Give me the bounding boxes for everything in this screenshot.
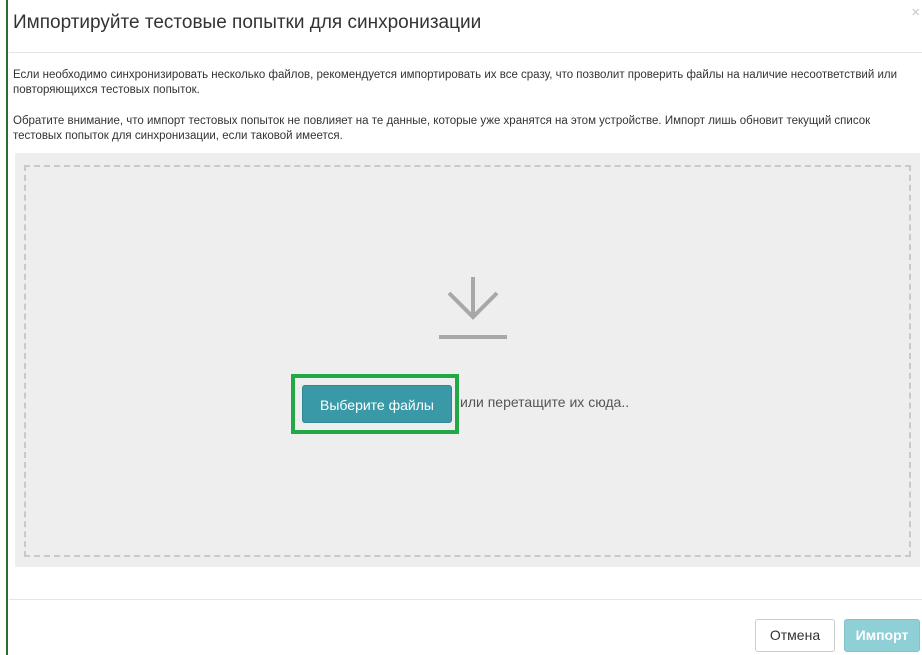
dialog-header: Импортируйте тестовые попытки для синхро… [9,0,922,53]
info-paragraph-1: Если необходимо синхронизировать несколь… [13,69,898,96]
download-arrow-icon [439,277,507,339]
choose-files-button[interactable]: Выберите файлы [302,385,452,423]
window-left-edge [0,0,8,655]
dialog-footer: Отмена Импорт [9,599,922,655]
file-dropzone[interactable]: Выберите файлы или перетащите их сюда.. [15,153,920,567]
info-paragraph-2: Обратите внимание, что импорт тестовых п… [13,115,871,142]
cancel-button[interactable]: Отмена [755,619,835,652]
close-icon[interactable]: × [911,4,920,21]
import-dialog: Импортируйте тестовые попытки для синхро… [9,0,922,655]
drop-hint-text: или перетащите их сюда.. [460,394,630,410]
import-button[interactable]: Импорт [844,619,920,652]
dropzone-dashed-border [24,165,911,557]
dialog-title: Импортируйте тестовые попытки для синхро… [13,12,482,33]
